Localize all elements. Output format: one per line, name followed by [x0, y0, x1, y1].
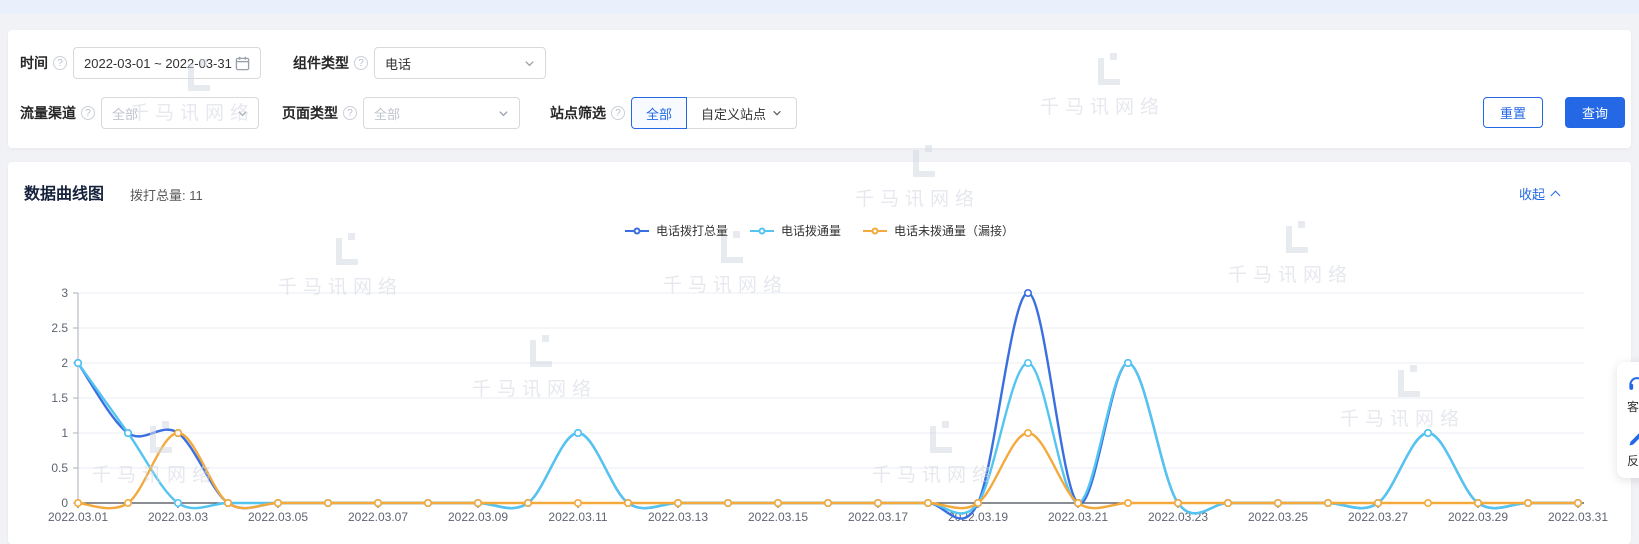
headset-icon — [1627, 374, 1639, 394]
float-side-widget: 客服 反馈 — [1617, 362, 1639, 478]
svg-text:2022.03.11: 2022.03.11 — [548, 510, 607, 524]
svg-text:2022.03.27: 2022.03.27 — [1348, 510, 1408, 524]
component-type-label: 组件类型 — [293, 53, 349, 73]
query-button[interactable]: 查询 — [1565, 97, 1625, 128]
time-filter-label: 时间 — [20, 53, 48, 73]
svg-text:2022.03.25: 2022.03.25 — [1248, 510, 1308, 524]
chevron-down-icon — [498, 108, 509, 119]
svg-text:2.5: 2.5 — [51, 321, 68, 335]
chevron-down-icon — [772, 108, 782, 118]
traffic-channel-label: 流量渠道 — [20, 103, 76, 123]
filter-panel: 时间 ? 2022-03-01 ~ 2022-03-31 组件类型 ? 电话 流… — [8, 30, 1631, 148]
calendar-icon[interactable] — [235, 56, 250, 71]
svg-text:2022.03.17: 2022.03.17 — [848, 510, 908, 524]
customer-service-button[interactable]: 客服 — [1627, 374, 1639, 415]
svg-text:2022.03.21: 2022.03.21 — [1048, 510, 1108, 524]
data-curve-panel: 数据曲线图 拨打总量: 11 收起 电话拨打总量 电话拨通量 电话未拨通量（漏接… — [8, 162, 1631, 544]
date-range-input[interactable]: 2022-03-01 ~ 2022-03-31 — [73, 47, 261, 79]
svg-text:2022.03.09: 2022.03.09 — [448, 510, 508, 524]
feedback-button[interactable]: 反馈 — [1627, 428, 1639, 469]
line-chart-plot[interactable]: 0 0.5 1 1.5 2 2.5 3 2022.03.01 2022.03.03 2022.03… — [8, 162, 1631, 544]
page-type-label: 页面类型 — [282, 103, 338, 123]
reset-button[interactable]: 重置 — [1483, 97, 1543, 128]
svg-text:2022.03.29: 2022.03.29 — [1448, 510, 1508, 524]
component-type-select[interactable]: 电话 — [374, 47, 546, 79]
svg-text:2022.03.13: 2022.03.13 — [648, 510, 708, 524]
site-filter-segmented: 全部 自定义站点 — [631, 97, 797, 129]
svg-text:0.5: 0.5 — [51, 461, 68, 475]
traffic-channel-value: 全部 — [112, 104, 138, 123]
svg-text:2022.03.05: 2022.03.05 — [248, 510, 308, 524]
svg-text:2022.03.15: 2022.03.15 — [748, 510, 808, 524]
help-icon[interactable]: ? — [81, 106, 95, 120]
svg-text:0: 0 — [61, 496, 68, 510]
customer-service-label: 客服 — [1627, 398, 1639, 415]
chevron-down-icon — [237, 108, 248, 119]
help-icon[interactable]: ? — [354, 56, 368, 70]
svg-text:2022.03.01: 2022.03.01 — [48, 510, 108, 524]
svg-text:1: 1 — [61, 426, 68, 440]
pen-icon — [1627, 428, 1639, 448]
page-type-select[interactable]: 全部 — [363, 97, 520, 129]
feedback-label: 反馈 — [1627, 452, 1639, 469]
component-type-value: 电话 — [385, 54, 411, 73]
site-filter-label: 站点筛选 — [550, 103, 606, 123]
svg-text:2022.03.03: 2022.03.03 — [148, 510, 208, 524]
help-icon[interactable]: ? — [343, 106, 357, 120]
site-all-button[interactable]: 全部 — [631, 97, 687, 129]
svg-text:2022.03.07: 2022.03.07 — [348, 510, 408, 524]
site-custom-button[interactable]: 自定义站点 — [687, 97, 797, 129]
help-icon[interactable]: ? — [611, 106, 625, 120]
svg-text:3: 3 — [61, 286, 68, 300]
chevron-down-icon — [524, 58, 535, 69]
traffic-channel-select[interactable]: 全部 — [101, 97, 259, 129]
svg-text:2022.03.31: 2022.03.31 — [1548, 510, 1608, 524]
date-range-value: 2022-03-01 ~ 2022-03-31 — [84, 56, 232, 71]
svg-text:2: 2 — [61, 356, 68, 370]
help-icon[interactable]: ? — [53, 56, 67, 70]
page-type-value: 全部 — [374, 104, 400, 123]
top-strip — [0, 0, 1639, 14]
site-custom-label: 自定义站点 — [701, 104, 766, 123]
svg-text:1.5: 1.5 — [51, 391, 68, 405]
